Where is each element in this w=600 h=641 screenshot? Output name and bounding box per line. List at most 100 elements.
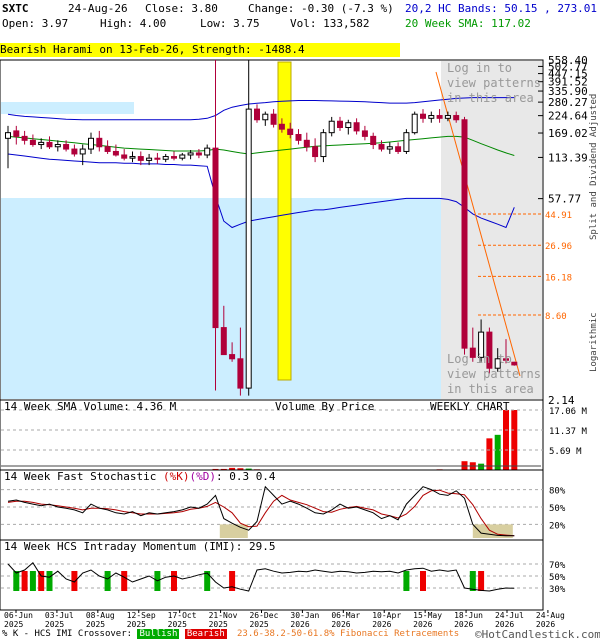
candle-body (421, 114, 426, 118)
volume-by-price-area (1, 198, 441, 399)
footer-prefix: % K - HCS IMI Crossover: (2, 629, 132, 639)
bullish-crossover-bar (470, 571, 476, 591)
bullish-crossover-bar (47, 571, 53, 591)
watermark-line: Log in to (447, 61, 541, 76)
candle-body (180, 155, 185, 158)
price-tick-label: 113.39 (548, 151, 588, 164)
x-tick-label: 24-Aug (536, 611, 565, 620)
sma-value: 20 Week SMA: 117.02 (405, 17, 531, 30)
candle-body (379, 145, 384, 150)
candle-body (338, 121, 343, 127)
candle-body (304, 140, 309, 146)
watermark-line: view patterns (447, 367, 541, 382)
candle-body (271, 114, 276, 124)
candle-body (172, 157, 177, 159)
candle-body (296, 134, 301, 140)
imi-tick-label: 50% (549, 573, 566, 583)
volume-tick-label: 11.37 M (549, 427, 588, 437)
candle-body (55, 145, 60, 147)
fib-level-label: 44.91 (545, 211, 572, 221)
stoch-k-line (8, 487, 514, 536)
candle-body (113, 151, 118, 155)
login-watermark-top: Log in to view patterns in this area (447, 61, 541, 106)
bearish-crossover-bar (229, 571, 235, 591)
candle-body (313, 147, 318, 157)
bearish-crossover-bar (121, 571, 127, 591)
candle-body (22, 136, 27, 140)
candle-body (97, 138, 102, 146)
bearish-crossover-bar (478, 571, 484, 591)
x-tick-label: 26-Dec (249, 611, 278, 620)
candle-body (14, 131, 19, 136)
volume-value: Vol: 133,582 (290, 17, 369, 30)
x-tick-label: 15-May (413, 611, 442, 620)
candle-body (64, 145, 69, 150)
candle-body (213, 148, 218, 327)
x-tick-year: 2025 (45, 620, 64, 629)
candle-body (288, 129, 293, 134)
bearish-crossover-bar (38, 571, 44, 591)
price-tick-label: 57.77 (548, 193, 581, 206)
bullish-crossover-bar (30, 571, 36, 591)
x-tick-label: 12-Sep (127, 611, 156, 620)
x-tick-year: 2026 (331, 620, 350, 629)
bollinger-bands-value: 20,2 HC Bands: 50.15 , 273.01 (405, 2, 597, 15)
adjusted-label: Split and Dividend Adjusted (589, 94, 599, 240)
bearish-badge: Bearish (185, 629, 227, 639)
stoch-d-line (8, 490, 514, 536)
x-tick-label: 21-Nov (209, 611, 238, 620)
fib-legend: 23.6-38.2-50-61.8% Fibonacci Retracement… (237, 629, 459, 639)
stoch-k-label: (%K) (163, 470, 190, 483)
x-tick-year: 2025 (249, 620, 268, 629)
candle-body (445, 116, 450, 119)
candle-body (255, 109, 260, 120)
low-value: Low: 3.75 (200, 17, 260, 30)
bullish-crossover-bar (13, 571, 19, 591)
candle-body (371, 136, 376, 144)
watermark-line: Log in to (447, 352, 541, 367)
stoch-prefix: 14 Week Fast Stochastic (4, 470, 163, 483)
copyright: ©HotCandlestick.com (475, 628, 600, 641)
candle-body (429, 116, 434, 119)
pattern-highlight (278, 62, 291, 380)
fib-level-label: 16.18 (545, 273, 572, 283)
candle-body (462, 120, 467, 348)
price-tick-label: 224.64 (548, 110, 588, 123)
candle-body (346, 123, 351, 128)
volume-bar (478, 464, 484, 470)
x-tick-label: 10-Apr (372, 611, 401, 620)
open-value: Open: 3.97 (2, 17, 68, 30)
price-tick-label: 169.02 (548, 127, 588, 140)
x-tick-label: 06-Mar (331, 611, 360, 620)
stoch-values: : 0.3 0.4 (216, 470, 276, 483)
x-tick-label: 08-Aug (86, 611, 115, 620)
x-tick-label: 18-Jun (454, 611, 483, 620)
candle-body (205, 148, 210, 155)
volume-bar (495, 435, 501, 470)
bearish-crossover-bar (171, 571, 177, 591)
x-tick-year: 2025 (86, 620, 105, 629)
candle-body (196, 153, 201, 155)
candle-body (80, 149, 85, 154)
candle-body (47, 142, 52, 146)
price-tick-label: 280.27 (548, 96, 588, 109)
candle-body (221, 328, 226, 355)
weekly-chart-label: WEEKLY CHART (430, 400, 509, 413)
x-tick-year: 2026 (290, 620, 309, 629)
candle-body (155, 158, 160, 159)
x-tick-label: 17-Oct (168, 611, 197, 620)
candle-body (163, 157, 168, 160)
x-tick-year: 2026 (454, 620, 473, 629)
candle-body (437, 116, 442, 119)
volume-tick-label: 5.69 M (549, 447, 582, 457)
stoch-tick-label: 50% (549, 504, 566, 514)
imi-tick-label: 70% (549, 561, 566, 571)
candle-body (396, 147, 401, 152)
x-tick-label: 03-Jul (45, 611, 74, 620)
candle-body (39, 142, 44, 144)
candle-body (246, 109, 251, 388)
candle-body (263, 114, 268, 120)
candle-body (89, 138, 94, 149)
bearish-crossover-bar (22, 571, 28, 591)
x-tick-label: 06-Jun (4, 611, 33, 620)
